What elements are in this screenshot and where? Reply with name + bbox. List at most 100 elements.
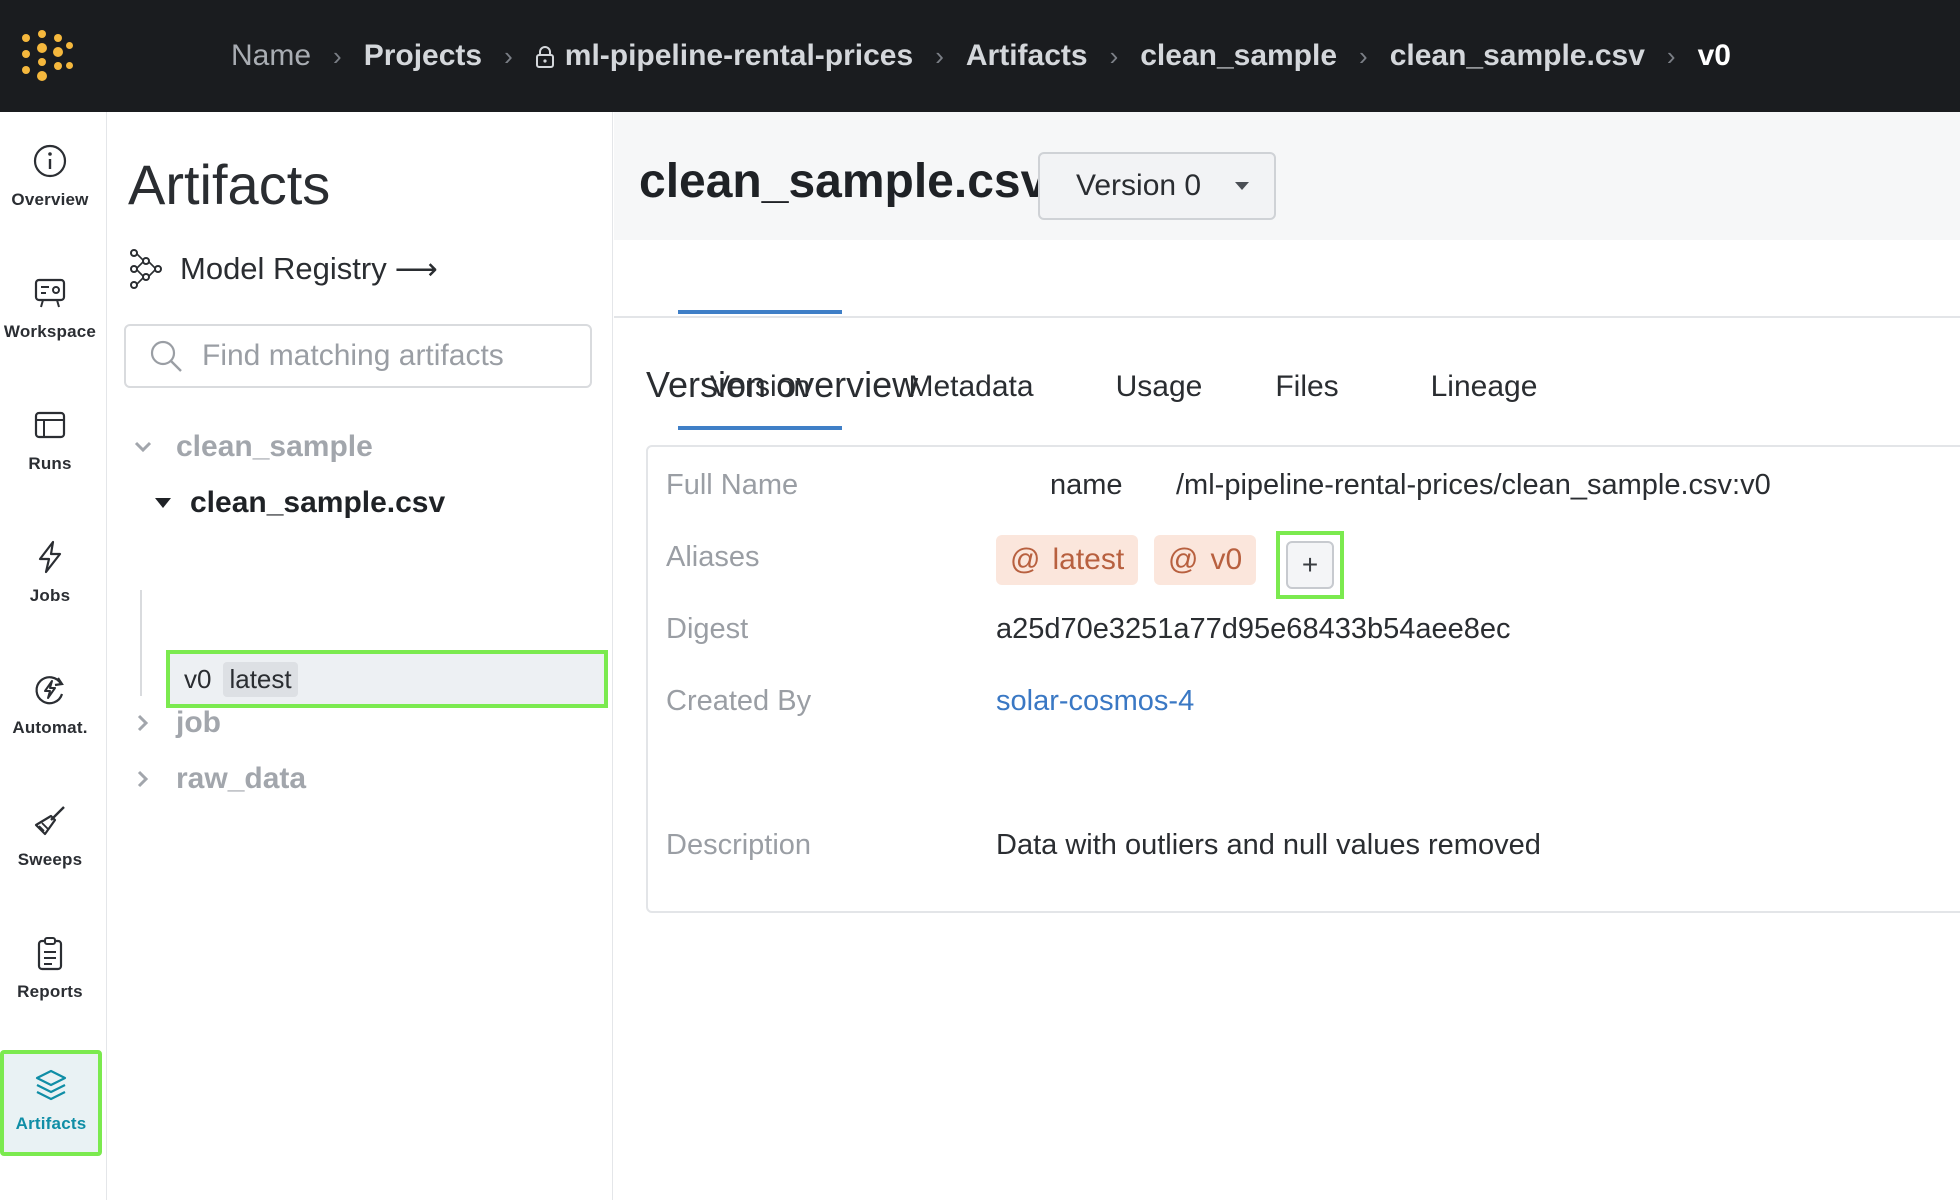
version-dropdown[interactable]: Version 0 <box>1038 152 1276 220</box>
plus-icon: + <box>1286 541 1334 589</box>
nav-label: Jobs <box>29 586 71 605</box>
model-registry-icon <box>130 249 162 289</box>
nav-item-sweeps[interactable]: Sweeps <box>0 792 100 892</box>
at-icon: @ <box>1010 543 1041 576</box>
info-icon <box>33 144 67 178</box>
nav-item-artifacts[interactable]: Artifacts <box>0 1050 102 1156</box>
side-panel-title: Artifacts <box>128 153 331 216</box>
caret-down-icon <box>1235 182 1250 190</box>
layers-icon <box>35 1069 67 1101</box>
full-name-entity: name <box>1050 469 1123 501</box>
nav-item-jobs[interactable]: Jobs <box>0 528 100 628</box>
tab-files[interactable]: Files <box>1252 240 1362 430</box>
section-title: Version overview <box>646 364 919 405</box>
nav-label: Reports <box>17 982 83 1001</box>
nav-label: Runs <box>28 454 72 473</box>
automation-icon <box>35 676 64 705</box>
breadcrumb-project[interactable]: ml-pipeline-rental-prices <box>535 39 913 73</box>
artifact-header: clean_sample.csv Version 0 <box>614 112 1960 240</box>
nav-label: Artifacts <box>15 1114 87 1133</box>
tree-group-label: job <box>176 706 221 739</box>
nav-item-automations[interactable]: Automat. <box>0 660 100 760</box>
digest-value: a25d70e3251a77d95e68433b54aee8ec <box>996 613 1511 645</box>
add-alias-button[interactable]: + <box>1276 531 1344 599</box>
breadcrumb-artifacts[interactable]: Artifacts <box>966 39 1088 73</box>
breadcrumb-project-label: ml-pipeline-rental-prices <box>564 39 914 72</box>
tree-group-label: clean_sample <box>176 430 373 463</box>
breadcrumb-separator-icon: › <box>1359 40 1368 71</box>
tree-group-label: raw_data <box>176 762 307 795</box>
breadcrumb-separator-icon: › <box>1109 40 1119 71</box>
top-bar: Name › Projects › ml-pipeline-rental-pri… <box>0 0 1960 112</box>
version-dropdown-value: Version 0 <box>1076 169 1202 202</box>
lock-icon <box>535 46 554 69</box>
chevron-down-icon <box>134 441 152 453</box>
tab-label: Usage <box>1115 370 1203 403</box>
breadcrumb-artifact[interactable]: clean_sample.csv <box>1390 39 1645 73</box>
runs-icon <box>34 411 66 439</box>
tree-group-raw-data[interactable]: raw_data <box>132 762 306 796</box>
model-registry-link[interactable]: Model Registry ⟶ <box>128 247 438 291</box>
workspace-icon <box>34 278 66 308</box>
nav-label: Overview <box>11 190 89 209</box>
artifact-title: clean_sample.csv <box>639 155 1048 208</box>
active-tab-indicator <box>678 310 842 314</box>
version-overview-card: Full Name name /ml-pipeline-rental-price… <box>646 445 1960 913</box>
nav-label: Workspace <box>3 322 97 341</box>
artifact-detail-main: clean_sample.csv Version 0 Version Metad… <box>614 112 1960 1200</box>
version-alias-badge: latest <box>223 661 298 697</box>
breadcrumb-separator-icon: › <box>504 40 513 71</box>
version-tag: v0 <box>184 663 212 694</box>
field-label-aliases: Aliases <box>666 541 760 573</box>
tab-divider <box>614 316 1960 318</box>
artifact-search-input[interactable] <box>202 339 582 373</box>
description-value[interactable]: Data with outliers and null values remov… <box>996 829 1541 862</box>
artifact-search-box[interactable] <box>124 324 592 388</box>
breadcrumb-separator-icon: › <box>935 40 944 71</box>
alias-chip-latest[interactable]: @ latest <box>996 535 1139 585</box>
search-icon <box>150 340 182 372</box>
breadcrumb-projects[interactable]: Projects <box>364 39 482 73</box>
full-name-path: /ml-pipeline-rental-prices/clean_sample.… <box>1176 469 1771 501</box>
lightning-icon <box>38 540 62 574</box>
left-navigation: Overview Workspace Runs Jobs Automat. Sw… <box>0 112 107 1200</box>
nav-item-reports[interactable]: Reports <box>0 924 100 1024</box>
at-icon: @ <box>1168 543 1199 576</box>
tab-usage[interactable]: Usage <box>1094 240 1224 430</box>
clipboard-icon <box>37 937 63 971</box>
breadcrumb-separator-icon: › <box>1666 40 1676 71</box>
field-label-full-name: Full Name <box>666 469 799 501</box>
tree-artifact-label: clean_sample.csv <box>190 486 446 519</box>
broom-icon <box>34 806 65 836</box>
chevron-right-icon <box>137 770 149 788</box>
tab-label: Lineage <box>1430 370 1538 403</box>
tree-group-clean-sample[interactable]: clean_sample <box>132 430 373 464</box>
tab-label: Metadata <box>908 370 1034 403</box>
breadcrumb-separator-icon: › <box>333 40 342 71</box>
nav-item-runs[interactable]: Runs <box>0 396 100 496</box>
arrow-right-icon: ⟶ <box>394 252 438 286</box>
alias-label: v0 <box>1210 543 1243 576</box>
caret-down-icon <box>155 498 171 508</box>
field-label-description: Description <box>666 829 812 861</box>
wandb-logo-icon[interactable] <box>18 28 74 84</box>
artifacts-side-panel: Artifacts Model Registry ⟶ cle <box>108 112 613 1200</box>
tab-label: Files <box>1275 370 1339 403</box>
tree-version-v0[interactable]: v0 latest <box>166 650 608 708</box>
breadcrumb: Name › Projects › ml-pipeline-rental-pri… <box>231 0 1731 112</box>
created-by-run-link[interactable]: solar-cosmos-4 <box>996 685 1194 718</box>
tab-lineage[interactable]: Lineage <box>1402 240 1566 430</box>
field-label-created-by: Created By <box>666 685 812 717</box>
alias-chip-v0[interactable]: @ v0 <box>1154 535 1257 585</box>
breadcrumb-entity[interactable]: Name <box>231 39 311 73</box>
field-label-digest: Digest <box>666 613 749 645</box>
tree-guide-line <box>140 590 142 696</box>
tree-group-job[interactable]: job <box>132 706 221 740</box>
alias-label: latest <box>1052 543 1125 576</box>
nav-item-workspace[interactable]: Workspace <box>0 264 100 364</box>
tree-artifact-clean-sample-csv[interactable]: clean_sample.csv <box>152 486 445 520</box>
nav-item-overview[interactable]: Overview <box>0 132 100 232</box>
breadcrumb-artifact-type[interactable]: clean_sample <box>1140 39 1337 73</box>
breadcrumb-version: v0 <box>1697 39 1731 72</box>
nav-label: Automat. <box>12 718 88 737</box>
